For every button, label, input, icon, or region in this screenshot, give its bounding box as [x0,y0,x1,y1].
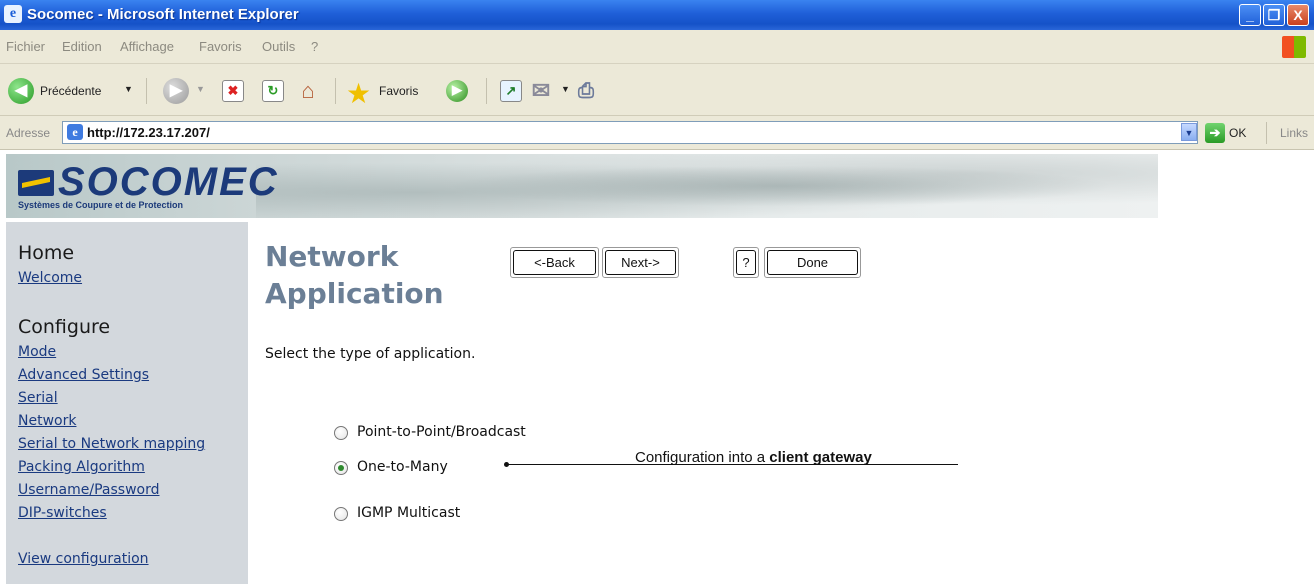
nav-link-advanced-settings[interactable]: Advanced Settings [18,367,149,383]
nav-heading-configure: Configure [18,316,111,338]
radio-label-igmp-multicast[interactable]: IGMP Multicast [357,505,460,521]
media-icon[interactable]: ▶ [446,80,468,102]
logo-tagline: Systèmes de Coupure et de Protection [18,200,184,210]
menu-fichier[interactable]: Fichier [6,39,45,54]
logo-text: SOCOMEC [58,160,279,204]
mail-dropdown-icon[interactable]: ▼ [561,84,570,94]
favorites-button-label[interactable]: Favoris [379,84,418,98]
address-bar: Adresse e http://172.23.17.207/ ▼ ➔ OK L… [0,116,1314,150]
nav-link-dip-switches[interactable]: DIP-switches [18,505,107,521]
toolbar-separator [335,78,336,104]
forward-arrow-icon[interactable]: ▶ [163,78,189,104]
sidebar-nav: Home Welcome Configure Mode Advanced Set… [6,222,248,584]
address-separator [1266,122,1267,144]
page-title: Network Application [265,238,444,312]
minimize-button[interactable]: _ [1239,4,1261,26]
nav-link-network[interactable]: Network [18,413,76,429]
refresh-icon[interactable]: ↻ [262,80,284,102]
callout-annotation: Configuration into a client gateway [635,449,872,466]
nav-link-mode[interactable]: Mode [18,344,56,360]
go-button-label[interactable]: OK [1229,126,1246,140]
forward-dropdown-icon[interactable]: ▼ [196,84,205,94]
menu-edition[interactable]: Edition [62,39,102,54]
mail-icon[interactable]: ✉ [530,80,552,102]
toolbar-separator [486,78,487,104]
page-content: SOCOMEC Systèmes de Coupure et de Protec… [0,150,1314,584]
menu-help[interactable]: ? [311,39,318,54]
radio-label-point-to-point[interactable]: Point-to-Point/Broadcast [357,424,526,440]
maximize-button[interactable]: ❐ [1263,4,1285,26]
nav-heading-home: Home [18,242,75,264]
back-arrow-icon[interactable]: ◀ [8,78,34,104]
links-label[interactable]: Links [1280,126,1308,140]
menu-favoris[interactable]: Favoris [199,39,242,54]
back-button[interactable]: <-Back [510,247,599,278]
next-button[interactable]: Next-> [602,247,679,278]
help-button[interactable]: ? [733,247,759,278]
toolbar-separator [146,78,147,104]
address-dropdown-icon[interactable]: ▼ [1181,123,1197,141]
page-title-line1: Network [265,240,399,273]
back-button-label[interactable]: Précédente [40,84,101,98]
page-title-line2: Application [265,277,444,310]
go-arrow-icon[interactable]: ➔ [1205,123,1225,143]
nav-link-packing-algorithm[interactable]: Packing Algorithm [18,459,145,475]
done-button[interactable]: Done [764,247,861,278]
window-title-bar: e Socomec - Microsoft Internet Explorer … [0,0,1314,30]
close-button[interactable]: X [1287,4,1309,26]
radio-igmp-multicast[interactable] [334,507,348,521]
header-banner: SOCOMEC Systèmes de Coupure et de Protec… [6,154,1158,218]
stop-icon[interactable]: ✖ [222,80,244,102]
window-title: Socomec - Microsoft Internet Explorer [27,6,299,23]
radio-label-one-to-many[interactable]: One-to-Many [357,459,448,475]
address-field[interactable]: e http://172.23.17.207/ [62,121,1198,144]
favorites-star-icon[interactable]: ★ [346,77,371,110]
menu-affichage[interactable]: Affichage [120,39,174,54]
nav-link-username-password[interactable]: Username/Password [18,482,159,498]
nav-link-serial[interactable]: Serial [18,390,58,406]
nav-link-view-configuration[interactable]: View configuration [18,551,149,567]
menu-bar: Fichier Edition Affichage Favoris Outils… [0,30,1314,64]
socomec-logo-icon [18,170,54,196]
toolbar: ◀ Précédente ▼ ▶ ▼ ✖ ↻ ⌂ ★ Favoris ▶ ↗ ✉… [0,64,1314,116]
callout-text-prefix: Configuration into a [635,449,770,466]
radio-one-to-many[interactable] [334,461,348,475]
radio-point-to-point[interactable] [334,426,348,440]
banner-background-image [256,154,1158,218]
page-icon: e [67,124,83,140]
nav-link-serial-to-network-mapping[interactable]: Serial to Network mapping [18,436,205,452]
nav-link-welcome[interactable]: Welcome [18,270,82,286]
instruction-text: Select the type of application. [265,346,476,362]
home-icon[interactable]: ⌂ [297,80,319,102]
history-icon[interactable]: ↗ [500,80,522,102]
address-input[interactable]: http://172.23.17.207/ [87,125,210,140]
back-dropdown-icon[interactable]: ▼ [124,84,133,94]
callout-text-bold: client gateway [769,449,872,466]
windows-logo-icon [1282,36,1306,58]
address-label: Adresse [6,126,51,140]
internet-explorer-icon: e [4,5,22,23]
menu-outils[interactable]: Outils [262,39,295,54]
print-icon[interactable]: ⎙ [575,80,597,102]
